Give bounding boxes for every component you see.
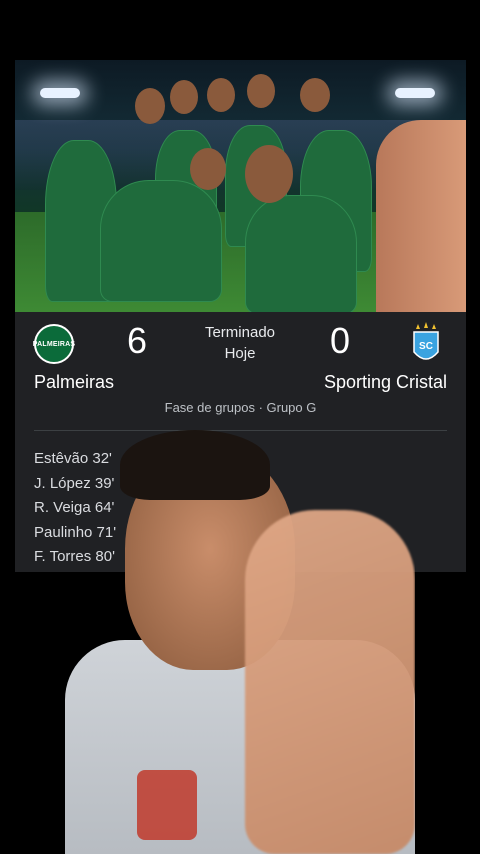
sporting-cristal-crest-icon: SC bbox=[413, 322, 439, 360]
away-logo-text: SC bbox=[419, 341, 433, 352]
player-head bbox=[245, 145, 293, 203]
stadium-light bbox=[395, 88, 435, 98]
status-finished: Terminado bbox=[204, 324, 276, 341]
player-head bbox=[170, 80, 198, 114]
player-head bbox=[300, 78, 330, 112]
home-team-name[interactable]: Palmeiras bbox=[34, 372, 114, 393]
stadium-light bbox=[40, 88, 80, 98]
hair bbox=[120, 430, 270, 500]
reaction-video-overlay bbox=[65, 430, 415, 854]
palmeiras-crest-icon: PALMEIRAS bbox=[32, 324, 76, 364]
shirt-badge bbox=[137, 770, 197, 840]
player-figure bbox=[100, 180, 222, 302]
player-head bbox=[135, 88, 165, 124]
home-score: 6 bbox=[127, 320, 148, 361]
match-status: Terminado Hoje bbox=[185, 322, 295, 364]
away-team-name[interactable]: Sporting Cristal bbox=[324, 372, 447, 393]
away-score: 0 bbox=[330, 320, 351, 361]
competition-stage: Fase de grupos · Grupo G bbox=[164, 400, 317, 415]
player-head bbox=[247, 74, 275, 108]
status-date: Hoje bbox=[224, 345, 256, 362]
team-photo bbox=[15, 60, 466, 312]
hand bbox=[245, 510, 415, 854]
selfie-arm bbox=[376, 120, 466, 312]
player-figure bbox=[245, 195, 357, 312]
player-head bbox=[207, 78, 235, 112]
player-head bbox=[190, 148, 226, 190]
home-logo-text: PALMEIRAS bbox=[32, 340, 76, 348]
